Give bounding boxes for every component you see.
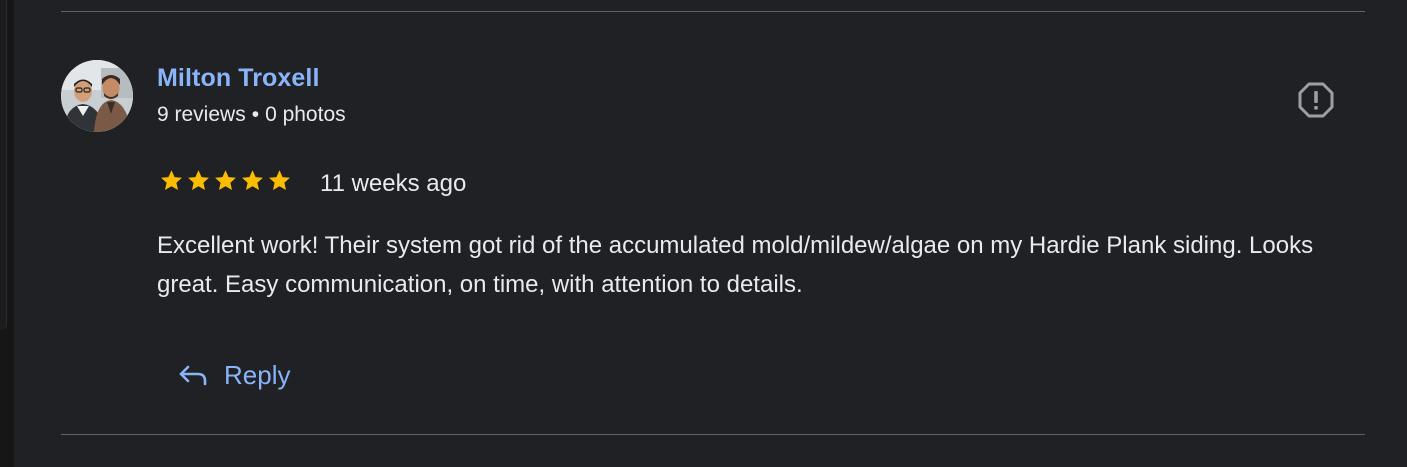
report-octagon-icon (1298, 82, 1334, 118)
star-filled-icon (188, 170, 209, 190)
avatar-photo-icon (61, 60, 133, 132)
star-filled-icon (269, 170, 290, 190)
reviewer-name[interactable]: Milton Troxell (157, 64, 320, 93)
report-review-button[interactable] (1296, 80, 1336, 120)
review-text: Excellent work! Their system got rid of … (157, 232, 1314, 298)
bottom-divider (61, 434, 1365, 435)
top-divider (61, 11, 1365, 12)
star-filled-icon (242, 170, 263, 190)
adjacent-panel-scrollbar (0, 0, 7, 330)
photos-count: 0 photos (265, 103, 346, 126)
meta-separator: • (251, 103, 260, 126)
reply-arrow-icon (179, 365, 207, 386)
reply-button[interactable]: Reply (168, 352, 300, 398)
reviewer-meta: 9 reviews • 0 photos (157, 103, 346, 127)
review-date: 11 weeks ago (320, 170, 467, 197)
reviewer-avatar[interactable] (61, 60, 133, 132)
adjacent-panel-edge (0, 0, 14, 467)
star-rating (159, 168, 292, 193)
reviews-count: 9 reviews (157, 103, 246, 126)
star-filled-icon (215, 170, 236, 190)
star-filled-icon (161, 170, 182, 190)
reply-label: Reply (224, 359, 291, 390)
